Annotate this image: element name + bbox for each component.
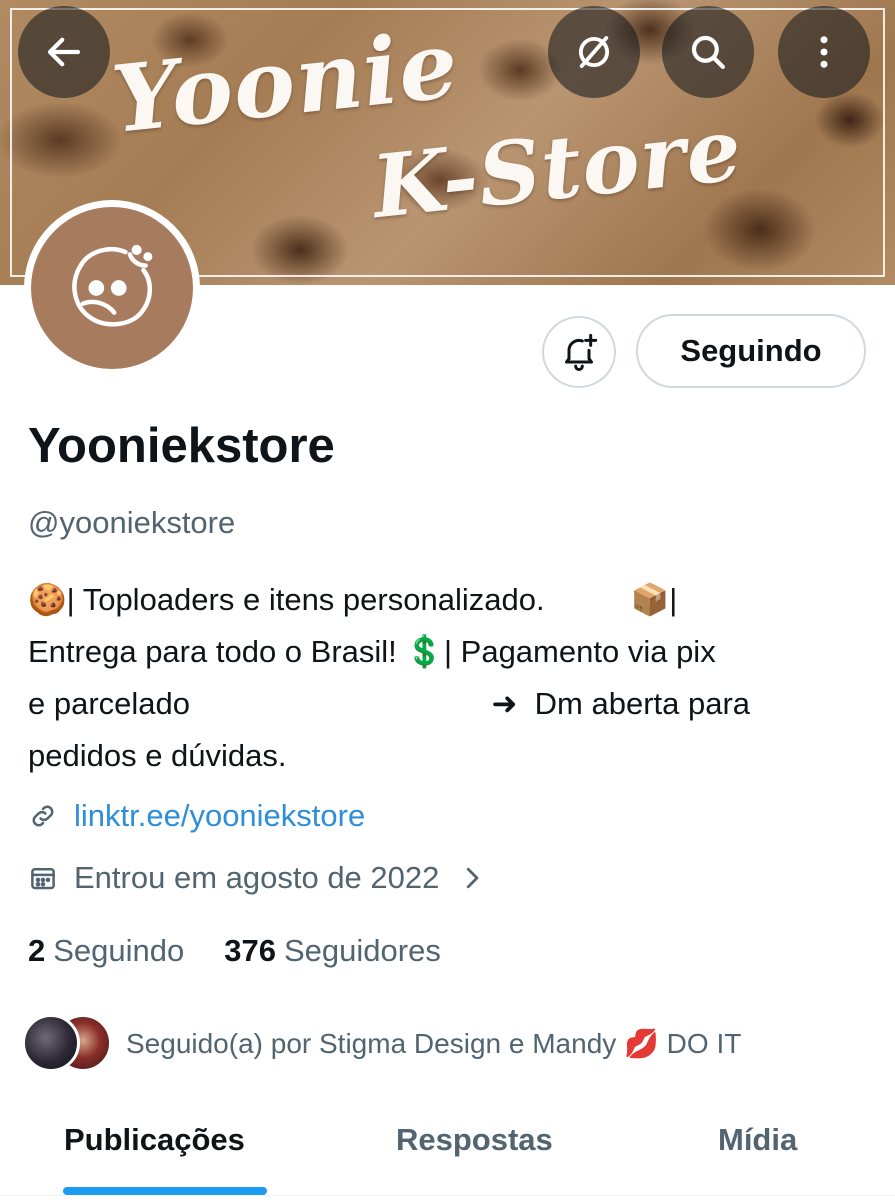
tab-respostas[interactable]: Respostas — [396, 1122, 553, 1158]
calendar-icon — [31, 868, 55, 890]
bell-plus-icon — [565, 333, 598, 371]
bio-line: e parcelado ➜ Dm aberta para — [28, 686, 751, 721]
profile-handle: @yooniekstore — [28, 505, 236, 540]
bio-line: pedidos e dúvidas. — [28, 738, 287, 773]
cookie-logo-icon — [72, 244, 153, 327]
slash-circle-icon — [578, 36, 610, 68]
follow-counts: 2 Seguindo 376 Seguidores — [28, 933, 481, 969]
chevron-right-icon — [467, 867, 479, 889]
followers-number: 376 — [224, 933, 276, 968]
divider — [0, 1195, 895, 1196]
followed-by[interactable]: Seguido(a) por Stigma Design e Mandy 💋 D… — [22, 1014, 741, 1072]
joined-row[interactable]: Entrou em agosto de 2022 — [28, 860, 503, 896]
following-label: Seguindo — [53, 933, 185, 968]
notifications-button[interactable] — [542, 316, 616, 388]
tab-midia[interactable]: Mídia — [718, 1122, 797, 1158]
followers-count[interactable]: 376 Seguidores — [224, 933, 441, 969]
joined-date: Entrou em agosto de 2022 — [74, 860, 440, 895]
back-button[interactable] — [18, 6, 110, 98]
profile-name: Yooniekstore — [28, 419, 335, 473]
search-icon — [691, 35, 725, 69]
profile-link[interactable]: linktr.ee/yooniekstore — [74, 798, 365, 834]
profile-tabs: Publicações Respostas Mídia — [0, 1100, 895, 1200]
avatar-container[interactable] — [24, 200, 200, 376]
following-button[interactable]: Seguindo — [636, 314, 866, 388]
active-tab-indicator — [63, 1187, 267, 1195]
search-button[interactable] — [662, 6, 754, 98]
profile-bio: 🍪| Toploaders e itens personalizado. 📦| … — [28, 574, 868, 782]
link-icon — [32, 805, 54, 827]
bio-line: Entrega para todo o Brasil! 💲| Pagamento… — [28, 634, 716, 669]
arrow-left-icon — [47, 37, 81, 67]
grok-button[interactable] — [548, 6, 640, 98]
follower-avatar — [22, 1014, 80, 1072]
following-count[interactable]: 2 Seguindo — [28, 933, 184, 969]
more-vertical-icon — [820, 36, 828, 68]
tab-publicacoes[interactable]: Publicações — [64, 1122, 245, 1158]
following-number: 2 — [28, 933, 46, 968]
bio-line: 🍪| Toploaders e itens personalizado. 📦| — [28, 582, 678, 617]
followers-label: Seguidores — [284, 933, 441, 968]
profile-link-row: linktr.ee/yooniekstore — [28, 798, 365, 834]
more-button[interactable] — [778, 6, 870, 98]
avatar — [31, 207, 193, 369]
followed-by-text: Seguido(a) por Stigma Design e Mandy 💋 D… — [126, 1027, 742, 1059]
